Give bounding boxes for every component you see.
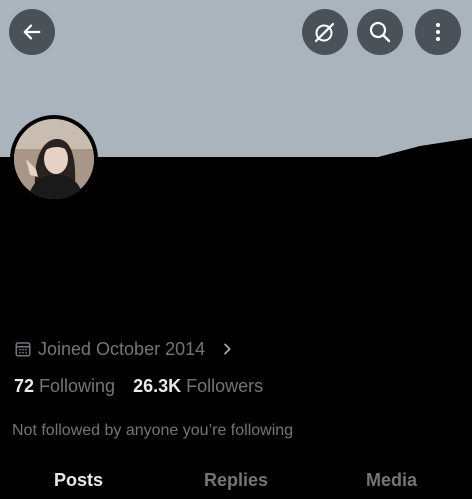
calendar-icon <box>15 342 31 357</box>
tab-posts[interactable]: Posts <box>54 470 103 491</box>
search-icon <box>369 21 391 43</box>
following-link[interactable]: 72 Following <box>14 376 115 397</box>
followers-count: 26.3K <box>133 375 182 396</box>
followers-link[interactable]: 26.3K Followers <box>133 376 263 397</box>
chevron-right-icon <box>224 343 231 355</box>
tab-media[interactable]: Media <box>366 470 417 491</box>
following-label: Following <box>39 375 116 396</box>
more-button[interactable] <box>415 9 461 55</box>
following-count: 72 <box>14 375 35 396</box>
back-button[interactable] <box>9 9 55 55</box>
avatar[interactable] <box>10 115 98 203</box>
followers-label: Followers <box>186 375 264 396</box>
joined-label: Joined October 2014 <box>38 338 206 359</box>
grok-icon <box>314 22 335 43</box>
profile-tabs: Posts Replies Media <box>0 462 472 499</box>
search-button[interactable] <box>357 9 403 55</box>
mutual-followers-text: Not followed by anyone you’re following <box>12 422 294 439</box>
tab-replies[interactable]: Replies <box>204 470 268 491</box>
grok-button[interactable] <box>302 9 348 55</box>
avatar-photo <box>14 119 94 199</box>
follow-stats: 72 Following 26.3K Followers <box>14 374 263 398</box>
joined-date[interactable]: Joined October 2014 <box>14 337 235 361</box>
arrow-left-icon <box>23 24 41 40</box>
more-vertical-icon <box>436 23 440 41</box>
